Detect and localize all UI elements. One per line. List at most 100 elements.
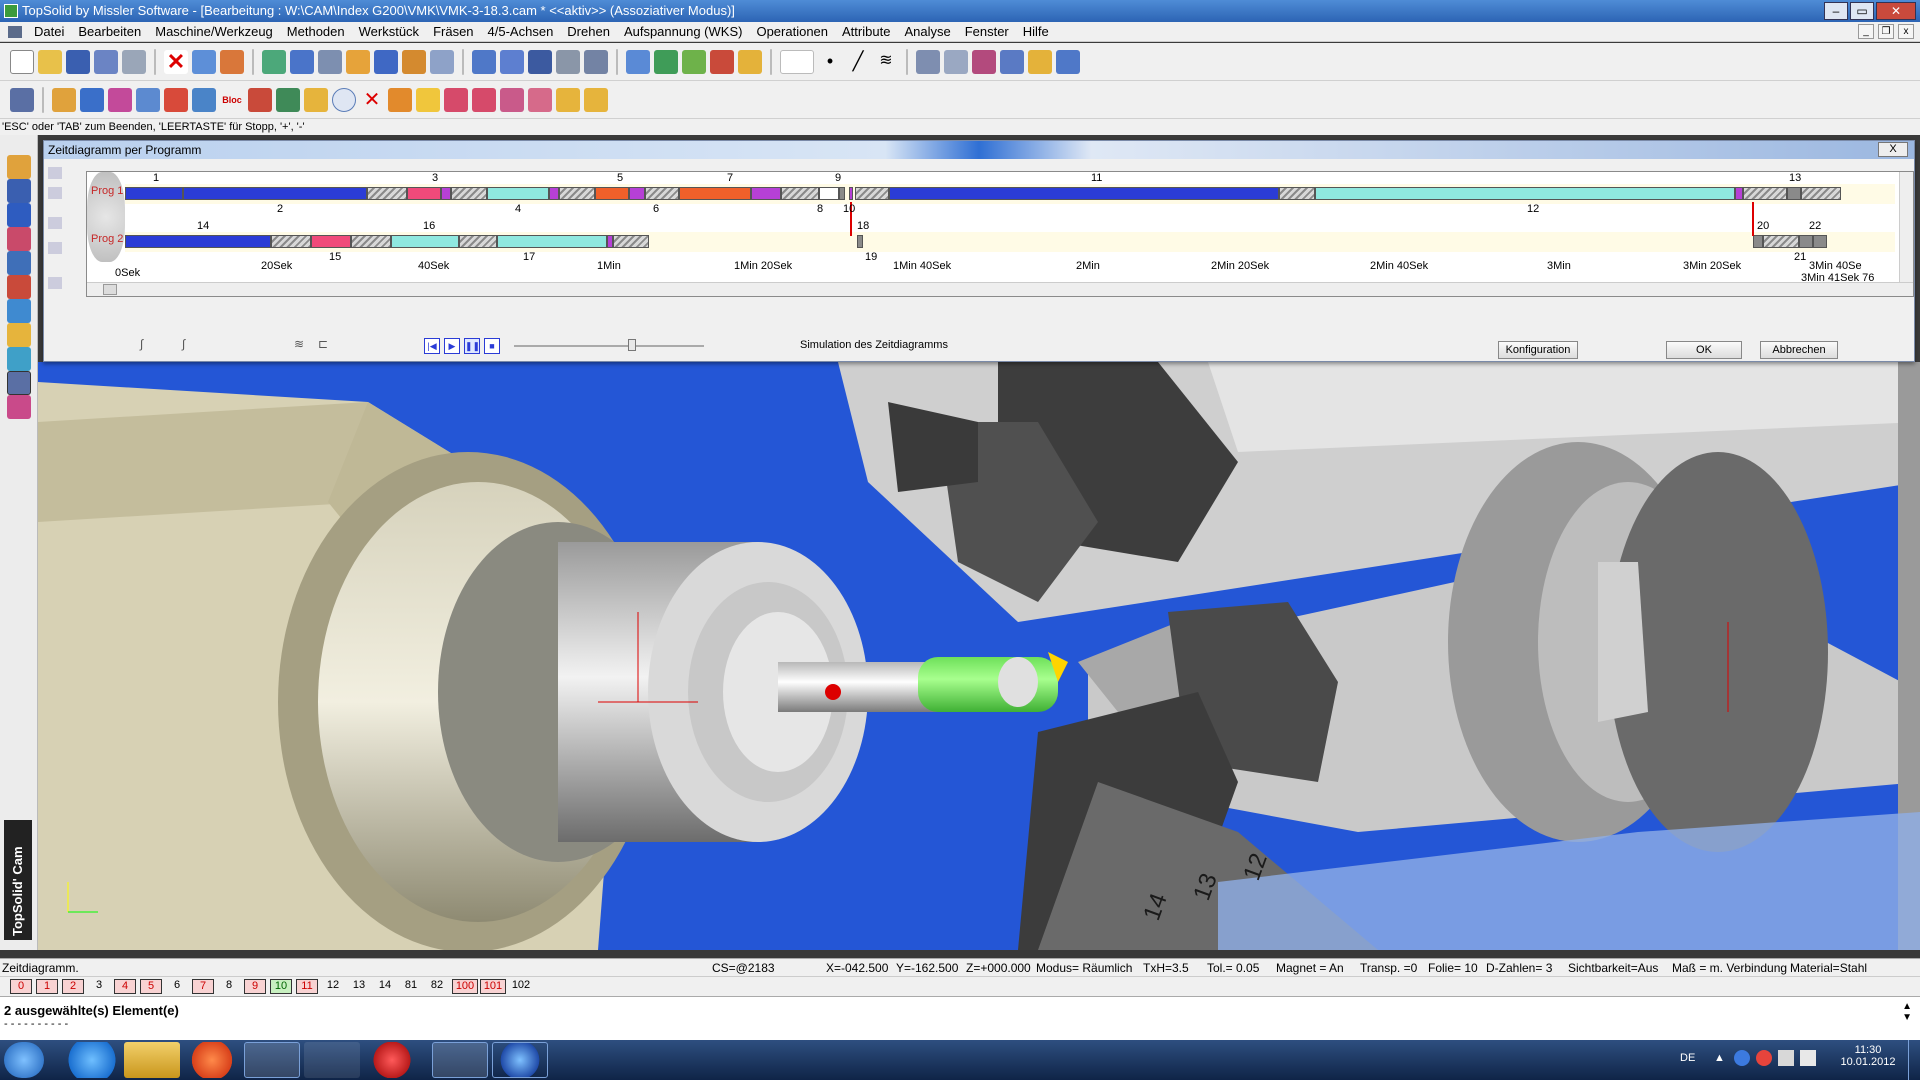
cam-machine-icon[interactable] [10, 87, 34, 112]
layer-button[interactable]: 7 [192, 979, 214, 994]
copy-icon[interactable] [944, 49, 968, 74]
layer-button[interactable]: 4 [114, 979, 136, 994]
play-button[interactable]: ▶ [444, 338, 460, 354]
3d-viewport[interactable]: 13 14 12 [38, 362, 1920, 950]
show-desktop-button[interactable] [1908, 1040, 1920, 1080]
prog1-op-13[interactable] [1787, 187, 1801, 200]
menu-fenster[interactable]: Fenster [965, 24, 1009, 39]
machine-taskbar-icon[interactable] [432, 1042, 488, 1078]
fixture-icon[interactable] [402, 49, 426, 74]
eraser-icon[interactable] [220, 49, 244, 74]
cam-nc-icon[interactable] [472, 87, 496, 112]
menu-maschine[interactable]: Maschine/Werkzeug [155, 24, 273, 39]
prog1-op-4b[interactable] [549, 187, 559, 200]
magnet-icon[interactable] [556, 49, 580, 74]
prog1-op-3b[interactable] [441, 187, 451, 200]
prog2-op-20[interactable] [1753, 235, 1763, 248]
render-mode-icon[interactable] [7, 395, 31, 419]
zoom-in-icon[interactable] [48, 167, 62, 179]
curve-icon[interactable] [7, 179, 31, 203]
color-picker[interactable] [780, 49, 814, 74]
layer-button[interactable]: 101 [480, 979, 506, 994]
prog1-op-7[interactable] [679, 187, 751, 200]
app-red-taskbar-icon[interactable] [364, 1042, 420, 1078]
prog2-op-22b[interactable] [1813, 235, 1827, 248]
layer-button[interactable]: 0 [10, 979, 32, 994]
cam-cancel-icon[interactable]: ✕ [360, 87, 384, 112]
view-icon[interactable] [682, 49, 706, 74]
assembly-icon[interactable] [7, 251, 31, 275]
layer-button[interactable]: 100 [452, 979, 478, 994]
prog1-wait-9[interactable] [819, 187, 839, 200]
layer-button[interactable]: 9 [244, 979, 266, 994]
cam-clock-icon[interactable] [332, 87, 356, 112]
menu-45achsen[interactable]: 4/5-Achsen [488, 24, 554, 39]
menu-aufspannung[interactable]: Aufspannung (WKS) [624, 24, 743, 39]
menu-attribute[interactable]: Attribute [842, 24, 890, 39]
draft-icon[interactable] [7, 275, 31, 299]
grid-icon[interactable]: ≋ [294, 337, 310, 351]
mdi-close-button[interactable]: x [1898, 24, 1914, 39]
tray-security-icon[interactable] [1756, 1050, 1772, 1066]
print-icon[interactable] [122, 49, 146, 74]
layer-button[interactable]: 102 [508, 979, 534, 994]
prog1-op-3[interactable] [407, 187, 441, 200]
line-style-icon[interactable]: ╱ [846, 49, 870, 74]
configuration-button[interactable]: Konfiguration [1498, 341, 1578, 359]
start-button[interactable] [4, 1042, 44, 1078]
curve-a-icon[interactable]: ∫ [140, 337, 154, 351]
machine-icon[interactable] [374, 49, 398, 74]
regenerate-icon[interactable] [262, 49, 286, 74]
menu-methoden[interactable]: Methoden [287, 24, 345, 39]
cam-stock-icon[interactable] [52, 87, 76, 112]
explorer-taskbar-icon[interactable] [124, 1042, 180, 1078]
prog1-op-1b[interactable] [183, 187, 367, 200]
curve-tool-icon[interactable] [48, 242, 62, 254]
delete-icon[interactable]: ✕ [164, 49, 188, 74]
prog1-idle-8[interactable] [781, 187, 819, 200]
transform-icon[interactable] [472, 49, 496, 74]
prog1-idle-6[interactable] [645, 187, 679, 200]
simulation-slider[interactable] [514, 345, 704, 347]
stop-button[interactable]: ■ [484, 338, 500, 354]
cam-tool-icon[interactable] [80, 87, 104, 112]
prog2-idle-15[interactable] [271, 235, 311, 248]
zoom-fit-icon[interactable] [654, 49, 678, 74]
prog2-op-22[interactable] [1799, 235, 1813, 248]
prog1-idle-4[interactable] [559, 187, 595, 200]
curve-b-icon[interactable]: ∫ [182, 337, 196, 351]
measure-icon[interactable] [430, 49, 454, 74]
layer-button[interactable]: 6 [166, 979, 188, 994]
cam-turning-icon[interactable] [136, 87, 160, 112]
save-icon[interactable] [66, 49, 90, 74]
menu-analyse[interactable]: Analyse [904, 24, 950, 39]
surface-icon[interactable] [7, 227, 31, 251]
prog2-op-16[interactable] [391, 235, 459, 248]
design-icon[interactable] [7, 299, 31, 323]
prog2-idle-17b[interactable] [613, 235, 649, 248]
layer-button[interactable]: 81 [400, 979, 422, 994]
cam-simulate-icon[interactable] [248, 87, 272, 112]
analysis-icon[interactable] [7, 347, 31, 371]
new-file-icon[interactable] [10, 49, 34, 74]
prog1-sync-10[interactable] [849, 187, 853, 200]
layer-icon[interactable] [738, 49, 762, 74]
function-icon[interactable] [48, 277, 62, 289]
cam-postproc-icon[interactable] [444, 87, 468, 112]
render-icon[interactable] [710, 49, 734, 74]
prog1-idle-11[interactable] [1279, 187, 1315, 200]
prog1-idle-2[interactable] [367, 187, 407, 200]
simulation-slider-thumb[interactable] [628, 339, 636, 351]
scrollbar-thumb[interactable] [103, 284, 117, 295]
menu-bearbeiten[interactable]: Bearbeiten [78, 24, 141, 39]
cam-path-icon[interactable] [304, 87, 328, 112]
prog1-op-11[interactable] [889, 187, 1279, 200]
layer-button[interactable]: 5 [140, 979, 162, 994]
menu-werkstueck[interactable]: Werkstück [359, 24, 419, 39]
menu-fraesen[interactable]: Fräsen [433, 24, 473, 39]
mdi-minimize-button[interactable]: _ [1858, 24, 1874, 39]
shape-icon[interactable] [7, 203, 31, 227]
topsolid-taskbar-icon[interactable] [492, 1042, 548, 1078]
horizontal-scrollbar[interactable] [87, 282, 1913, 296]
prog1-idle-3[interactable] [451, 187, 487, 200]
